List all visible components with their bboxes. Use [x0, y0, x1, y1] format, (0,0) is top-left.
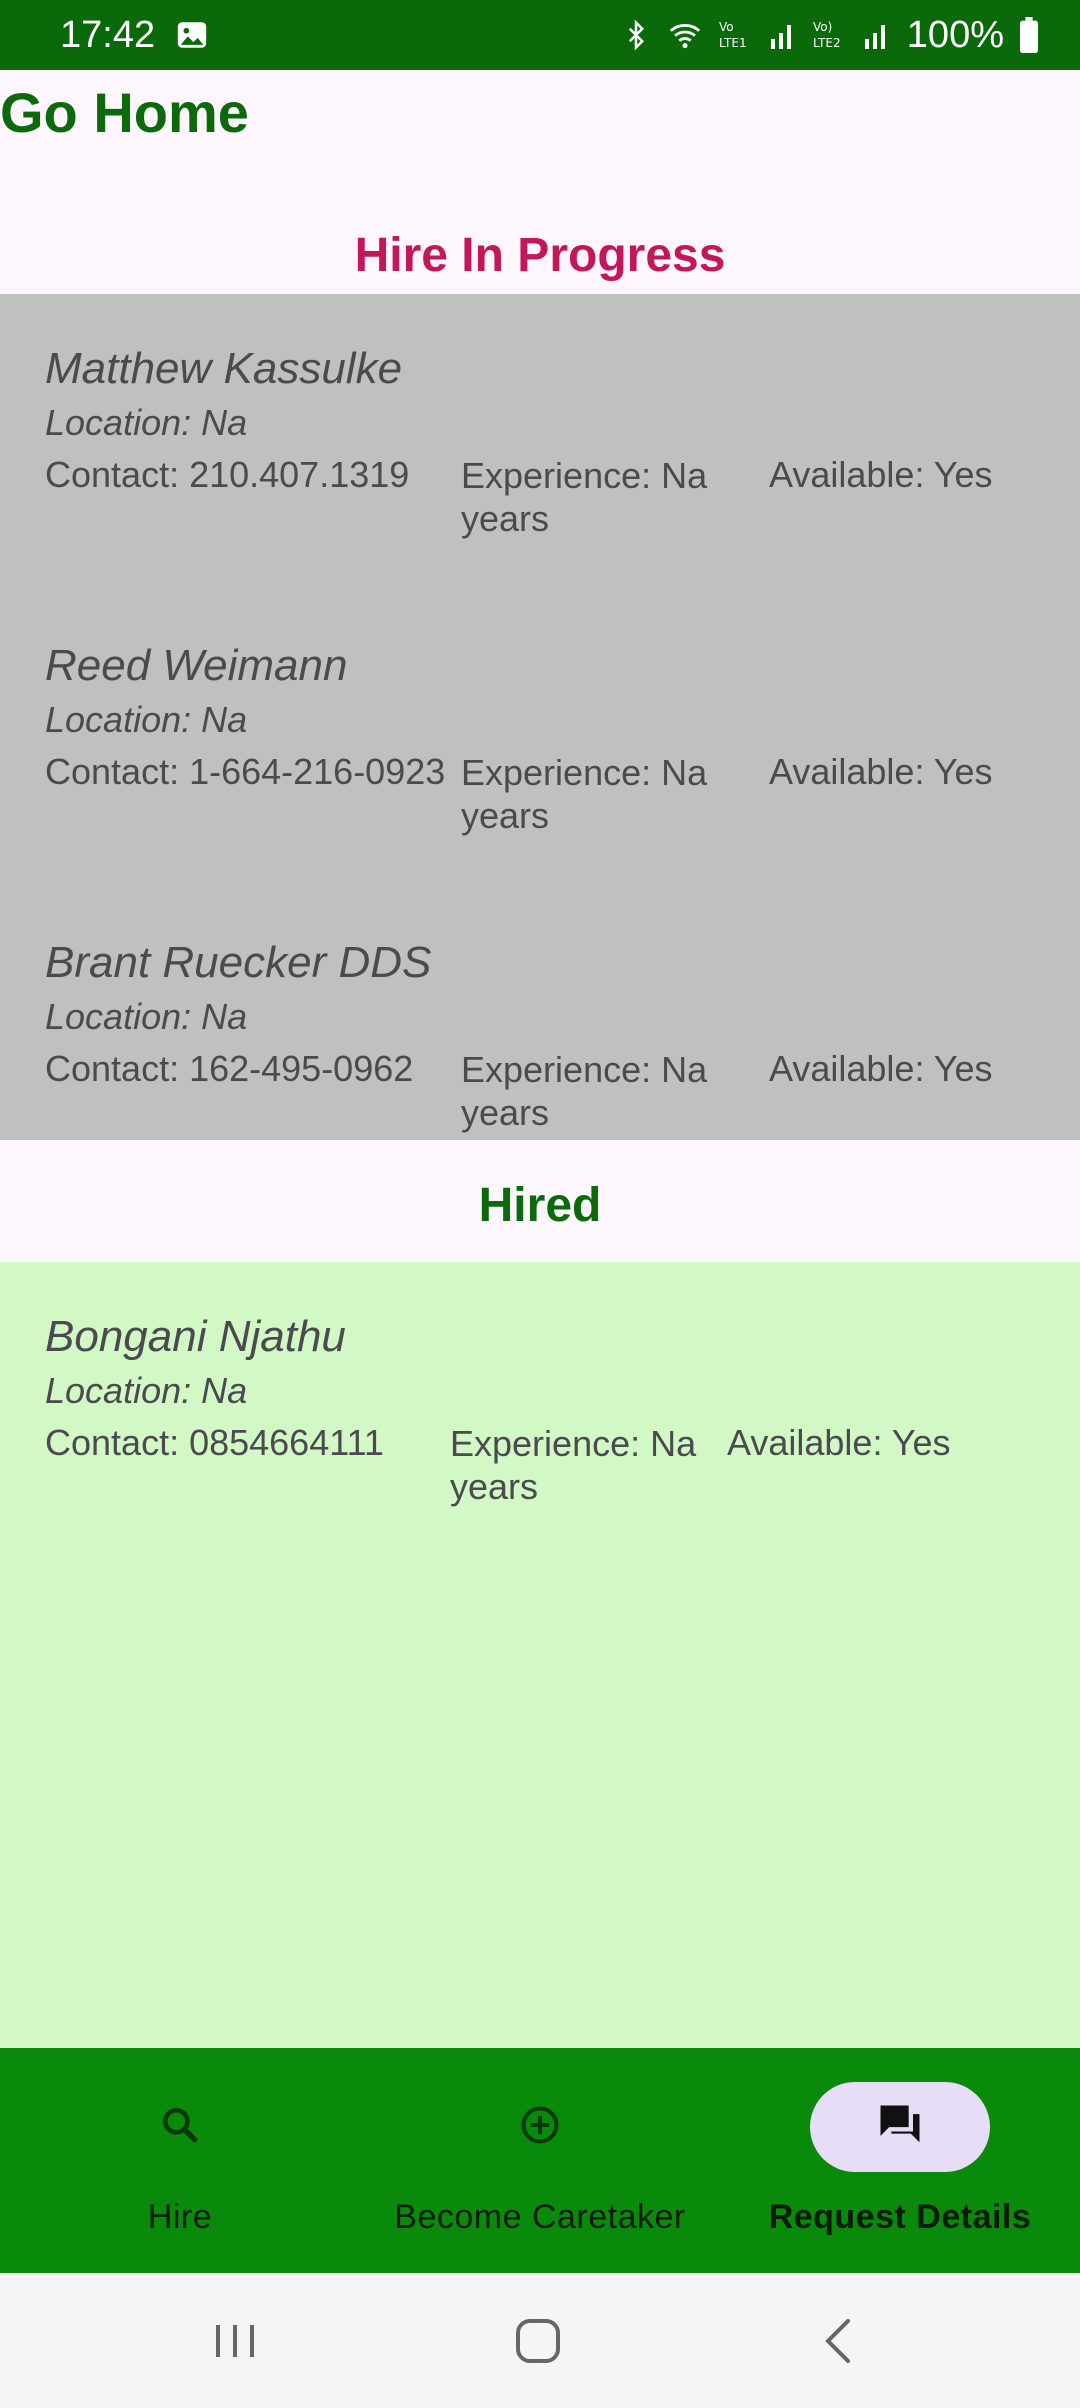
nav-label-become-caretaker: Become Caretaker — [394, 2198, 686, 2236]
svg-text:Vo: Vo — [719, 20, 734, 34]
section-title-hired: Hired — [478, 1179, 602, 1232]
caretaker-location: Location: Na — [45, 402, 248, 443]
section-title-hire-in-progress: Hire In Progress — [354, 229, 726, 282]
status-bar: 17:42 Vo LTE1 Vo) LTE2 100% — [0, 0, 1080, 70]
nav-pill — [90, 2082, 270, 2172]
page-title[interactable]: Go Home — [0, 80, 249, 145]
caretaker-location: Location: Na — [45, 996, 248, 1037]
svg-text:LTE1: LTE1 — [719, 36, 747, 50]
back-icon[interactable] — [814, 2313, 864, 2374]
caretaker-name: Brant Ruecker DDS — [45, 938, 432, 987]
caretaker-name: Matthew Kassulke — [45, 344, 403, 393]
nav-item-hire[interactable]: Hire — [0, 2048, 360, 2273]
search-icon — [158, 2103, 202, 2152]
caretaker-experience: Experience: Na years — [450, 1423, 697, 1507]
caretaker-contact: Contact: 210.407.1319 — [45, 454, 410, 495]
nav-label-request-details: Request Details — [768, 2198, 1032, 2236]
signal-lte1-icon: Vo LTE1 — [719, 17, 799, 53]
bottom-navigation: Hire Become Caretaker Request Details — [0, 2048, 1080, 2273]
nav-item-request-details[interactable]: Request Details — [720, 2048, 1080, 2273]
caretaker-card[interactable]: Reed Weimann Location: Na Contact: 1-664… — [45, 641, 1045, 841]
image-icon — [175, 18, 209, 52]
caretaker-contact: Contact: 162-495-0962 — [45, 1048, 414, 1089]
caretaker-availability: Available: Yes — [769, 1048, 993, 1089]
nav-pill-active — [810, 2082, 990, 2172]
caretaker-experience: Experience: Na years — [461, 455, 708, 539]
signal-lte2-icon: Vo) LTE2 — [813, 17, 893, 53]
hired-list[interactable]: Bongani Njathu Location: Na Contact: 085… — [0, 1262, 1080, 2048]
caretaker-name: Bongani Njathu — [45, 1312, 346, 1361]
caretaker-availability: Available: Yes — [769, 454, 993, 495]
system-navigation-bar — [0, 2273, 1080, 2408]
caretaker-contact: Contact: 0854664111 — [45, 1422, 384, 1463]
caretaker-availability: Available: Yes — [727, 1422, 951, 1463]
nav-item-become-caretaker[interactable]: Become Caretaker — [360, 2048, 720, 2273]
caretaker-location: Location: Na — [45, 699, 248, 740]
caretaker-card[interactable]: Bongani Njathu Location: Na Contact: 085… — [45, 1312, 1045, 1512]
chat-icon — [874, 2099, 926, 2156]
caretaker-name: Reed Weimann — [45, 641, 348, 690]
caretaker-location: Location: Na — [45, 1370, 248, 1411]
hire-in-progress-list[interactable]: Matthew Kassulke Location: Na Contact: 2… — [0, 294, 1080, 1140]
nav-label-hire: Hire — [147, 2198, 213, 2236]
status-time: 17:42 — [60, 13, 156, 56]
bluetooth-icon — [621, 17, 651, 53]
caretaker-experience: Experience: Na years — [461, 752, 708, 836]
caretaker-experience: Experience: Na years — [461, 1049, 708, 1133]
home-icon[interactable] — [510, 2313, 566, 2374]
caretaker-contact: Contact: 1-664-216-0923 — [45, 751, 446, 792]
recent-apps-icon[interactable] — [210, 2313, 260, 2374]
battery-icon — [1018, 17, 1040, 53]
caretaker-card[interactable]: Brant Ruecker DDS Location: Na Contact: … — [45, 938, 1045, 1138]
caretaker-availability: Available: Yes — [769, 751, 993, 792]
nav-pill — [450, 2082, 630, 2172]
svg-text:LTE2: LTE2 — [813, 36, 841, 50]
add-circle-icon — [518, 2103, 562, 2152]
battery-percent: 100% — [906, 13, 1004, 56]
wifi-icon — [665, 18, 705, 52]
svg-text:Vo): Vo) — [813, 20, 832, 34]
caretaker-card[interactable]: Matthew Kassulke Location: Na Contact: 2… — [45, 344, 1045, 544]
